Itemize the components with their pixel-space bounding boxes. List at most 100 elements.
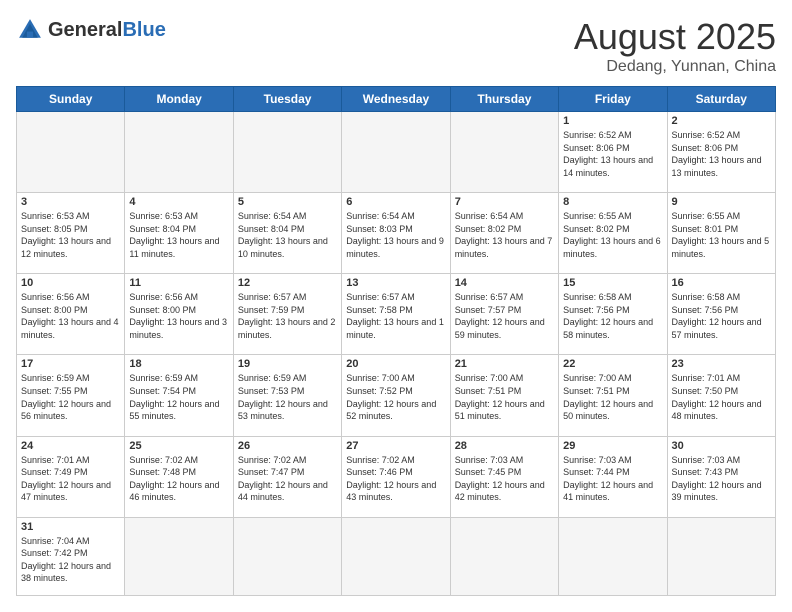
cell-day-27: 27 Sunrise: 7:02 AMSunset: 7:46 PMDaylig… [342,436,450,517]
day-info-17: Sunrise: 6:59 AMSunset: 7:55 PMDaylight:… [21,373,111,421]
cell-day-8: 8 Sunrise: 6:55 AMSunset: 8:02 PMDayligh… [559,193,667,274]
day-info-26: Sunrise: 7:02 AMSunset: 7:47 PMDaylight:… [238,455,328,503]
day-number-6: 6 [346,196,445,208]
day-info-8: Sunrise: 6:55 AMSunset: 8:02 PMDaylight:… [563,211,661,259]
day-info-4: Sunrise: 6:53 AMSunset: 8:04 PMDaylight:… [129,211,219,259]
page: GeneralBlue August 2025 Dedang, Yunnan, … [0,0,792,612]
day-number-24: 24 [21,440,120,452]
day-info-30: Sunrise: 7:03 AMSunset: 7:43 PMDaylight:… [672,455,762,503]
day-info-20: Sunrise: 7:00 AMSunset: 7:52 PMDaylight:… [346,373,436,421]
logo-text: GeneralBlue [48,19,166,42]
day-number-2: 2 [672,115,771,127]
day-info-3: Sunrise: 6:53 AMSunset: 8:05 PMDaylight:… [21,211,111,259]
day-number-21: 21 [455,358,554,370]
cell-day-9: 9 Sunrise: 6:55 AMSunset: 8:01 PMDayligh… [667,193,775,274]
header-sunday: Sunday [17,87,125,112]
day-info-11: Sunrise: 6:56 AMSunset: 8:00 PMDaylight:… [129,292,227,340]
day-number-13: 13 [346,277,445,289]
day-info-18: Sunrise: 6:59 AMSunset: 7:54 PMDaylight:… [129,373,219,421]
day-info-15: Sunrise: 6:58 AMSunset: 7:56 PMDaylight:… [563,292,653,340]
calendar-row-4: 17 Sunrise: 6:59 AMSunset: 7:55 PMDaylig… [17,355,776,436]
day-number-14: 14 [455,277,554,289]
cell-day-4: 4 Sunrise: 6:53 AMSunset: 8:04 PMDayligh… [125,193,233,274]
cell-day-30: 30 Sunrise: 7:03 AMSunset: 7:43 PMDaylig… [667,436,775,517]
day-info-27: Sunrise: 7:02 AMSunset: 7:46 PMDaylight:… [346,455,436,503]
cell-day-23: 23 Sunrise: 7:01 AMSunset: 7:50 PMDaylig… [667,355,775,436]
cell-day-15: 15 Sunrise: 6:58 AMSunset: 7:56 PMDaylig… [559,274,667,355]
day-number-1: 1 [563,115,662,127]
header: GeneralBlue August 2025 Dedang, Yunnan, … [16,16,776,76]
cell-empty-2 [125,112,233,193]
cell-day-22: 22 Sunrise: 7:00 AMSunset: 7:51 PMDaylig… [559,355,667,436]
cell-day-14: 14 Sunrise: 6:57 AMSunset: 7:57 PMDaylig… [450,274,558,355]
day-number-16: 16 [672,277,771,289]
cell-day-6: 6 Sunrise: 6:54 AMSunset: 8:03 PMDayligh… [342,193,450,274]
cell-empty-r6-7 [667,517,775,595]
cell-day-11: 11 Sunrise: 6:56 AMSunset: 8:00 PMDaylig… [125,274,233,355]
day-info-14: Sunrise: 6:57 AMSunset: 7:57 PMDaylight:… [455,292,545,340]
day-number-20: 20 [346,358,445,370]
day-info-10: Sunrise: 6:56 AMSunset: 8:00 PMDaylight:… [21,292,119,340]
calendar-row-5: 24 Sunrise: 7:01 AMSunset: 7:49 PMDaylig… [17,436,776,517]
day-number-22: 22 [563,358,662,370]
day-info-9: Sunrise: 6:55 AMSunset: 8:01 PMDaylight:… [672,211,770,259]
logo-icon [16,16,44,44]
day-info-2: Sunrise: 6:52 AMSunset: 8:06 PMDaylight:… [672,130,762,178]
header-friday: Friday [559,87,667,112]
day-info-23: Sunrise: 7:01 AMSunset: 7:50 PMDaylight:… [672,373,762,421]
day-info-13: Sunrise: 6:57 AMSunset: 7:58 PMDaylight:… [346,292,444,340]
cell-day-31: 31 Sunrise: 7:04 AMSunset: 7:42 PMDaylig… [17,517,125,595]
cell-day-7: 7 Sunrise: 6:54 AMSunset: 8:02 PMDayligh… [450,193,558,274]
day-info-21: Sunrise: 7:00 AMSunset: 7:51 PMDaylight:… [455,373,545,421]
weekday-header-row: Sunday Monday Tuesday Wednesday Thursday… [17,87,776,112]
day-number-27: 27 [346,440,445,452]
cell-day-26: 26 Sunrise: 7:02 AMSunset: 7:47 PMDaylig… [233,436,341,517]
cell-day-16: 16 Sunrise: 6:58 AMSunset: 7:56 PMDaylig… [667,274,775,355]
day-info-16: Sunrise: 6:58 AMSunset: 7:56 PMDaylight:… [672,292,762,340]
cell-day-19: 19 Sunrise: 6:59 AMSunset: 7:53 PMDaylig… [233,355,341,436]
day-number-18: 18 [129,358,228,370]
day-info-29: Sunrise: 7:03 AMSunset: 7:44 PMDaylight:… [563,455,653,503]
header-tuesday: Tuesday [233,87,341,112]
logo: GeneralBlue [16,16,166,44]
day-number-26: 26 [238,440,337,452]
day-number-7: 7 [455,196,554,208]
cell-empty-3 [233,112,341,193]
day-number-9: 9 [672,196,771,208]
header-saturday: Saturday [667,87,775,112]
day-number-3: 3 [21,196,120,208]
day-number-4: 4 [129,196,228,208]
cell-day-5: 5 Sunrise: 6:54 AMSunset: 8:04 PMDayligh… [233,193,341,274]
day-info-22: Sunrise: 7:00 AMSunset: 7:51 PMDaylight:… [563,373,653,421]
day-number-28: 28 [455,440,554,452]
calendar-row-6: 31 Sunrise: 7:04 AMSunset: 7:42 PMDaylig… [17,517,776,595]
day-number-30: 30 [672,440,771,452]
cell-day-29: 29 Sunrise: 7:03 AMSunset: 7:44 PMDaylig… [559,436,667,517]
day-number-23: 23 [672,358,771,370]
calendar-row-1: 1 Sunrise: 6:52 AMSunset: 8:06 PMDayligh… [17,112,776,193]
day-info-24: Sunrise: 7:01 AMSunset: 7:49 PMDaylight:… [21,455,111,503]
header-monday: Monday [125,87,233,112]
cell-day-2: 2 Sunrise: 6:52 AMSunset: 8:06 PMDayligh… [667,112,775,193]
day-info-6: Sunrise: 6:54 AMSunset: 8:03 PMDaylight:… [346,211,444,259]
title-area: August 2025 Dedang, Yunnan, China [574,16,776,76]
calendar-table: Sunday Monday Tuesday Wednesday Thursday… [16,86,776,596]
day-number-11: 11 [129,277,228,289]
cell-day-18: 18 Sunrise: 6:59 AMSunset: 7:54 PMDaylig… [125,355,233,436]
calendar-row-3: 10 Sunrise: 6:56 AMSunset: 8:00 PMDaylig… [17,274,776,355]
day-number-12: 12 [238,277,337,289]
header-thursday: Thursday [450,87,558,112]
day-info-5: Sunrise: 6:54 AMSunset: 8:04 PMDaylight:… [238,211,328,259]
day-number-29: 29 [563,440,662,452]
day-number-15: 15 [563,277,662,289]
day-number-17: 17 [21,358,120,370]
cell-day-10: 10 Sunrise: 6:56 AMSunset: 8:00 PMDaylig… [17,274,125,355]
location: Dedang, Yunnan, China [574,58,776,76]
cell-empty-5 [450,112,558,193]
cell-day-20: 20 Sunrise: 7:00 AMSunset: 7:52 PMDaylig… [342,355,450,436]
day-info-19: Sunrise: 6:59 AMSunset: 7:53 PMDaylight:… [238,373,328,421]
cell-day-3: 3 Sunrise: 6:53 AMSunset: 8:05 PMDayligh… [17,193,125,274]
cell-empty-r6-6 [559,517,667,595]
month-title: August 2025 [574,16,776,58]
cell-day-12: 12 Sunrise: 6:57 AMSunset: 7:59 PMDaylig… [233,274,341,355]
